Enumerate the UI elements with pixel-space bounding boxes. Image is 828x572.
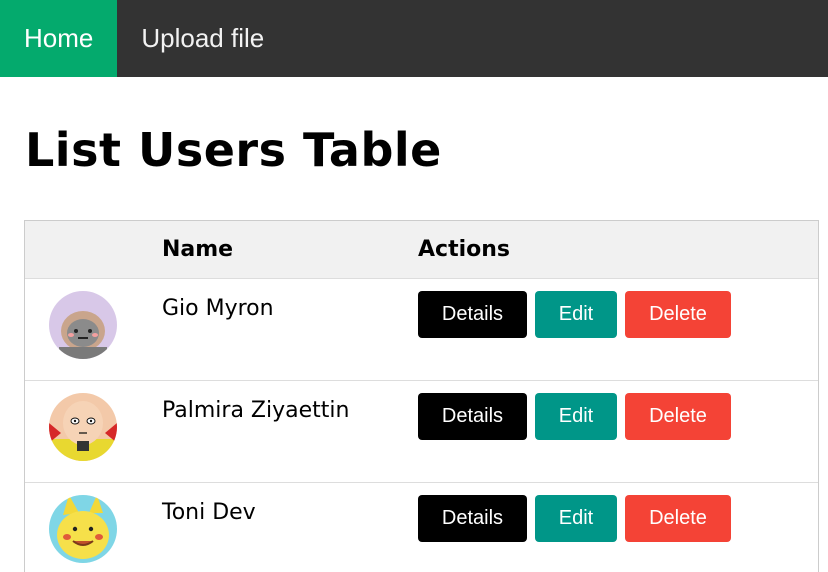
delete-button[interactable]: Delete [625, 495, 731, 542]
table-row: Gio Myron Details Edit Delete [25, 279, 818, 381]
header-name: Name [162, 237, 234, 262]
user-name: Toni Dev [162, 500, 256, 525]
nav-upload-file-link[interactable]: Upload file [117, 0, 288, 77]
table-row: Toni Dev Details Edit Delete [25, 483, 818, 572]
table-row: Palmira Ziyaettin Details Edit Delete [25, 381, 818, 483]
page-title: List Users Table [25, 123, 442, 177]
user-name: Palmira Ziyaettin [162, 398, 350, 423]
cat-avatar-icon [49, 291, 117, 359]
user-name: Gio Myron [162, 296, 274, 321]
header-actions: Actions [418, 237, 510, 262]
delete-button[interactable]: Delete [625, 291, 731, 338]
top-navbar: Home Upload file [0, 0, 828, 77]
details-button[interactable]: Details [418, 393, 527, 440]
pikachu-avatar-icon [49, 495, 117, 563]
bald-hero-avatar-icon [49, 393, 117, 461]
edit-button[interactable]: Edit [535, 393, 617, 440]
nav-home-link[interactable]: Home [0, 0, 118, 77]
details-button[interactable]: Details [418, 495, 527, 542]
edit-button[interactable]: Edit [535, 495, 617, 542]
delete-button[interactable]: Delete [625, 393, 731, 440]
users-table: Name Actions Gio Myron Details Edit Dele… [24, 220, 819, 572]
edit-button[interactable]: Edit [535, 291, 617, 338]
details-button[interactable]: Details [418, 291, 527, 338]
table-header-row: Name Actions [25, 221, 818, 279]
